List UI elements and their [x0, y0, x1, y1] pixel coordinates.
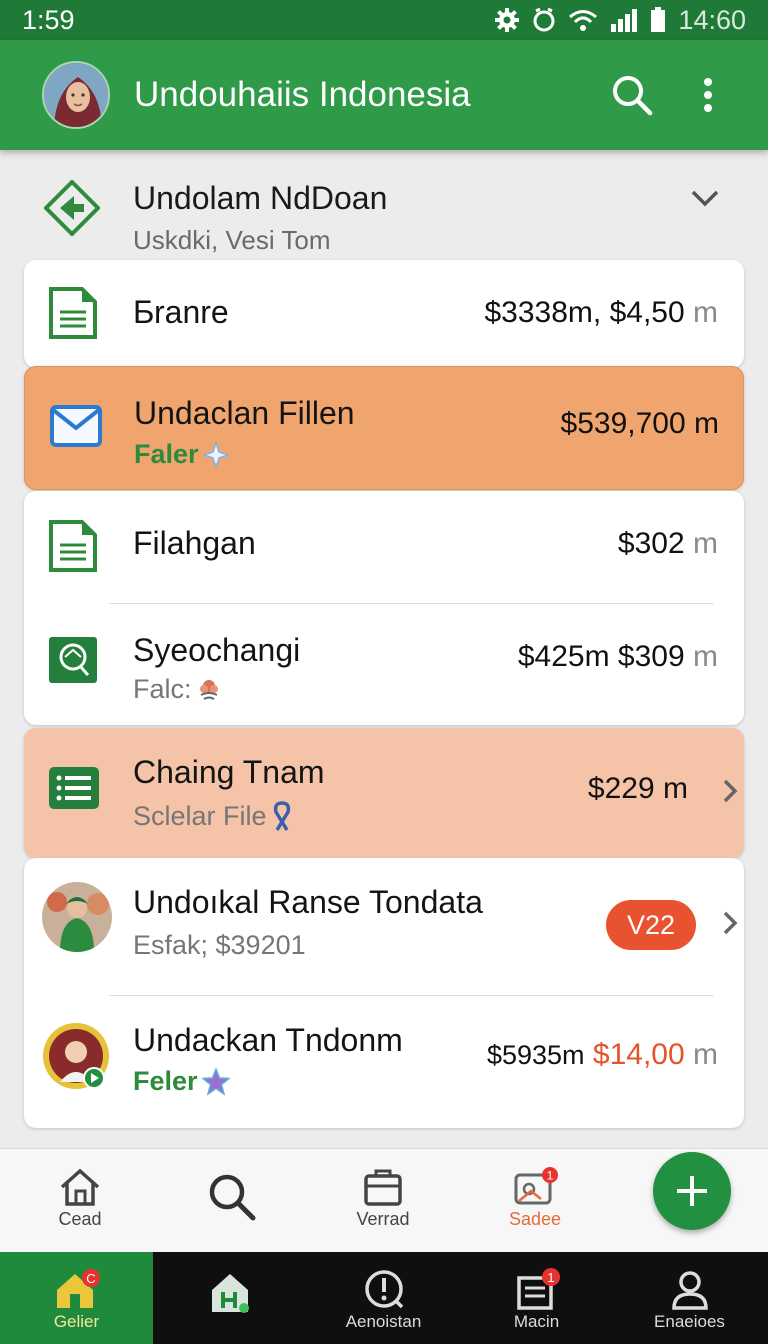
- tab-search[interactable]: [177, 1171, 287, 1225]
- home-icon: C: [56, 1269, 100, 1308]
- status-badge: V22: [606, 900, 696, 950]
- group-header[interactable]: Undolam NdDoan Uskdki, Vesi Tom: [0, 168, 768, 258]
- alarm-icon: [533, 7, 555, 32]
- chat-icon: [49, 637, 97, 683]
- search-icon: [613, 76, 653, 116]
- more-vert-icon: [704, 78, 712, 112]
- media-icon: 1: [514, 1167, 558, 1205]
- tab-cead[interactable]: Cead: [25, 1167, 135, 1230]
- add-fab-button[interactable]: [653, 1152, 731, 1230]
- item-amount: $5935m $14,00 m: [486, 1038, 718, 1071]
- list-icon: [49, 767, 99, 809]
- bottom-tab-bar: Cead Verrad 1 Sadee: [0, 1148, 768, 1252]
- profile-avatar[interactable]: [42, 61, 110, 129]
- status-clock: 14:60: [678, 4, 746, 35]
- item-title: Syeochangi: [133, 632, 301, 668]
- alert-icon: [364, 1270, 403, 1309]
- search-icon: [209, 1174, 256, 1221]
- item-title: Ƃranre: [133, 294, 229, 330]
- item-amount: $425m $309 m: [517, 640, 718, 673]
- plus-icon: [677, 1176, 707, 1206]
- item-subtitle: Falc:: [133, 674, 222, 705]
- flower-icon: [199, 679, 218, 700]
- item-amount: $539,700 m: [560, 407, 719, 440]
- item-amount: $3338m, $4,50 m: [484, 296, 719, 329]
- list-item[interactable]: Undaclan Fillen Faler $539,700 m: [25, 367, 745, 491]
- sparkle-icon: [202, 441, 229, 468]
- nav-label: Enaeioes: [654, 1312, 725, 1331]
- item-title: Filahgan: [133, 525, 256, 561]
- nav-aenoistan[interactable]: Aenoistan: [307, 1252, 460, 1344]
- nav-label: Aenoistan: [345, 1312, 422, 1331]
- item-title: Chaing Tnam: [133, 754, 325, 790]
- chevron-down-icon[interactable]: [690, 188, 720, 208]
- chevron-right-icon[interactable]: [721, 778, 739, 804]
- list-card: Undoıkal Ranse Tondata Esfak; $39201 V22…: [24, 858, 744, 1128]
- ribbon-icon: [273, 801, 290, 831]
- signal-icon: [611, 9, 638, 32]
- tab-label: Sadee: [508, 1209, 562, 1229]
- item-amount: $229 m: [587, 772, 688, 805]
- mail-icon: [50, 405, 102, 447]
- star-icon: [201, 1067, 230, 1096]
- house-icon: [211, 1274, 249, 1313]
- group-subtitle: Uskdki, Vesi Tom: [133, 225, 331, 255]
- search-button[interactable]: [602, 65, 662, 125]
- status-time: 1:59: [22, 4, 75, 35]
- nav-label: Macin: [513, 1312, 560, 1331]
- list-item[interactable]: Undoıkal Ranse Tondata Esfak; $39201 V22: [24, 858, 744, 994]
- app-bar: Undouhaiis Indonesia: [0, 40, 768, 150]
- list-card-highlighted: Undaclan Fillen Faler $539,700 m: [24, 366, 744, 490]
- settings-icon: [495, 8, 520, 32]
- nav-label: Gelier: [53, 1312, 100, 1331]
- inbox-icon: 1: [516, 1268, 560, 1310]
- item-subtitle: Sclelar File: [133, 800, 293, 832]
- item-title: Undackan Tndonm: [133, 1022, 403, 1058]
- list-item[interactable]: Chaing Tnam Sclelar File $229 m: [24, 728, 744, 858]
- list-item[interactable]: Filahgan $302 m: [24, 491, 744, 603]
- svg-text:1: 1: [547, 1270, 554, 1285]
- nav-gelier[interactable]: C Gelier: [0, 1252, 153, 1344]
- briefcase-icon: [364, 1169, 402, 1206]
- item-title: Undoıkal Ranse Tondata: [133, 884, 483, 920]
- list-item[interactable]: Syeochangi Falc: $425m $309 m: [24, 604, 744, 725]
- battery-icon: [651, 7, 666, 32]
- person-icon: [671, 1271, 708, 1310]
- list-card: Ƃranre $3338m, $4,50 m: [24, 260, 744, 368]
- svg-text:C: C: [86, 1271, 95, 1286]
- svg-text:1: 1: [547, 1169, 554, 1183]
- document-icon: [49, 287, 97, 339]
- item-subtitle: Esfak; $39201: [133, 930, 306, 960]
- item-amount: $302 m: [617, 527, 718, 560]
- nav-enaeioes[interactable]: Enaeioes: [613, 1252, 766, 1344]
- item-title: Undaclan Fillen: [134, 395, 355, 431]
- avatar: [42, 882, 112, 952]
- more-options-button[interactable]: [678, 65, 738, 125]
- wifi-icon: [569, 10, 598, 31]
- tab-label: Cead: [58, 1209, 102, 1229]
- tab-sadee[interactable]: 1 Sadee: [480, 1167, 590, 1230]
- tab-verrad[interactable]: Verrad: [328, 1167, 438, 1230]
- chevron-right-icon[interactable]: [721, 910, 739, 936]
- status-bar: 1:59 14:60: [0, 0, 768, 40]
- tab-label: Verrad: [356, 1209, 410, 1229]
- app-title: Undouhaiis Indonesia: [134, 75, 471, 114]
- bottom-nav-bar: C Gelier Aenoistan 1 Macin Enaeioes: [0, 1252, 768, 1344]
- nav-house[interactable]: [153, 1252, 306, 1344]
- document-icon: [49, 520, 97, 572]
- group-title: Undolam NdDoan: [133, 180, 388, 216]
- nav-macin[interactable]: 1 Macin: [460, 1252, 613, 1344]
- home-icon: [60, 1168, 100, 1206]
- item-subtitle: Feler: [133, 1066, 230, 1097]
- list-item[interactable]: Ƃranre $3338m, $4,50 m: [24, 260, 744, 368]
- list-card-highlighted: Chaing Tnam Sclelar File $229 m: [24, 728, 744, 858]
- list-item[interactable]: Undackan Tndonm Feler $5935m $14,00 m: [24, 996, 744, 1128]
- item-subtitle: Faler: [134, 439, 229, 470]
- avatar: [42, 1022, 114, 1094]
- tag-icon: [44, 180, 100, 236]
- list-card: Filahgan $302 m Syeochangi Falc: $425m $…: [24, 491, 744, 725]
